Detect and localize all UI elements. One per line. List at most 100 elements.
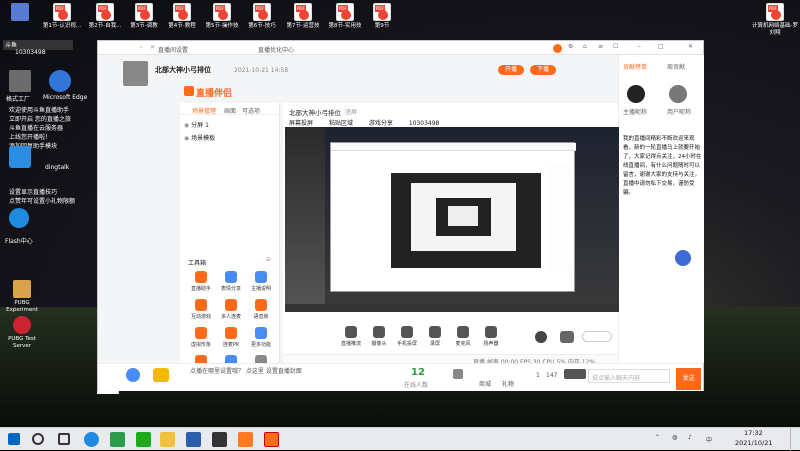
tool-item[interactable]: 主播说明 [248,271,274,292]
tool-item[interactable]: 语音房 [248,299,274,320]
desktop-icon-pdf-right[interactable]: 计算机网络基础-罗刘翔 [752,3,798,37]
nav-tab[interactable]: 直播优化中心 [258,45,294,54]
chat-input[interactable]: 说点输入聊天内容 [588,369,670,383]
document-icon[interactable] [186,432,201,447]
tray-arrow-icon[interactable]: ⌃ [655,434,660,441]
live-companion-icon[interactable] [264,432,279,447]
close-icon[interactable]: ✕ [150,44,155,51]
tab-picture[interactable]: 画面 [224,106,236,115]
clock-time[interactable]: 17:32 [744,429,763,437]
open-live-button[interactable]: 开播 [498,65,524,75]
network-icon[interactable]: ◍ [672,434,677,441]
gift-label[interactable]: 礼物 [502,379,514,388]
treasure-icon[interactable] [153,368,169,382]
input-language[interactable]: 中 [706,435,712,444]
preview-tab[interactable]: 粘贴区域 [329,120,353,127]
desktop-icon-pdf[interactable]: 第1节-认识视... [42,3,82,30]
pdf-icon [336,3,354,21]
tab-options[interactable]: 可选项 [242,106,260,115]
stream-preview[interactable] [285,127,619,312]
desktop-icon-pubg-test[interactable]: PUBG Test Server [0,316,44,350]
avatar[interactable] [553,44,562,53]
tool-label: 语音房 [253,314,269,320]
scene-row[interactable]: ◉ 场景模板 [184,133,276,142]
desktop-icon-doc[interactable] [0,3,40,23]
nav-tab[interactable]: 直播间设置 [158,45,188,54]
settings-icon[interactable]: ⚙ [568,43,573,50]
desktop-icon-pdf[interactable]: 第8节-实用技 [325,3,365,30]
tool-item[interactable]: 表情分享 [218,271,244,292]
preview-tab[interactable]: 10303498 [409,120,440,127]
volume-icon[interactable]: ♪ [688,434,692,441]
eye-icon[interactable]: ◉ [184,122,189,129]
menu-icon[interactable]: ≡ [598,43,603,50]
tool-item[interactable]: 互动游戏 [188,299,214,320]
media-icon[interactable] [212,432,227,447]
collapse-icon[interactable]: ⊖ [266,256,271,263]
close-window-icon[interactable]: ✕ [688,43,693,50]
gift-icon[interactable] [126,368,140,382]
douyu-icon[interactable] [238,432,253,447]
camera-icon[interactable] [535,331,547,343]
back-icon[interactable]: ‹ [140,44,142,51]
dingtalk-icon[interactable] [9,146,31,168]
tool-item[interactable]: 多人连麦 [218,299,244,320]
shop-label[interactable]: 商城 [479,379,491,388]
capture-tool[interactable]: 录屏 [422,326,448,347]
tool-item[interactable]: 更多功能 [248,327,274,348]
settings-icon[interactable] [560,331,574,343]
desktop-icon-pdf[interactable]: 第5节-操作技 [202,3,242,30]
eye-icon[interactable]: ◉ [184,135,189,142]
desktop-icon-pdf[interactable]: 第2节-自我... [85,3,125,30]
maximize-icon[interactable]: □ [658,43,664,50]
app-icon[interactable] [9,70,31,92]
tab-contribution[interactable]: 贡献榜单 [623,62,647,71]
tool-item[interactable]: 直播助手 [188,271,214,292]
minimize-icon[interactable]: – [638,43,641,50]
tool-item[interactable]: 连麦PK [218,327,244,348]
desktop-icon-pdf[interactable]: 第9节 [362,3,402,30]
preview-tab[interactable]: 游戏分享 [369,120,393,127]
tab-scene[interactable]: 场景管理 [192,106,216,115]
tool-item[interactable]: 虚拟形象 [188,327,214,348]
notification-list-2: 设置显示直播技巧 点赞年可设置小礼物限额 [9,188,89,206]
show-desktop-button[interactable] [790,428,800,451]
desktop-icon-pdf[interactable]: 第7节-运营技 [283,3,323,30]
mic-volume-input[interactable] [582,331,612,342]
capture-tool[interactable]: 麦克风 [450,326,476,347]
shop-icon[interactable] [453,369,463,379]
clock-date[interactable]: 2021/10/21 [735,439,772,447]
capture-tool[interactable]: 手机投屏 [394,326,420,347]
chat-icon[interactable]: ☐ [613,43,618,50]
folder-icon[interactable] [160,432,175,447]
scene-row[interactable]: ◉ 分屏 1 [184,120,276,129]
send-button[interactable]: 发送 [676,368,701,390]
desktop-icon-pdf[interactable]: 第4节-教程 [162,3,202,30]
user-avatar[interactable] [669,85,687,103]
wechat-icon[interactable] [110,432,125,447]
user-avatar[interactable] [627,85,645,103]
stop-live-button[interactable]: 下播 [530,65,556,75]
edge-icon[interactable] [49,70,71,92]
preview-tab[interactable]: 屏幕投屏 [289,120,313,127]
notice-text: 点播在哪里设置哦？ 点这里 设置直播封面 [190,368,302,375]
task-view-icon[interactable] [58,433,70,445]
desktop-icon-pdf[interactable]: 第3节-调教 [124,3,164,30]
tab-weekly[interactable]: 周贡献 [667,62,685,71]
shirt-icon[interactable]: ⌂ [583,43,587,50]
capture-tool[interactable]: 摄像头 [366,326,392,347]
streamer-avatar[interactable] [123,61,148,86]
desktop-icon-pubg-exp[interactable]: PUBG Experiment [0,280,44,314]
capture-tool[interactable]: 直播推流 [338,326,364,347]
badge-icon[interactable] [675,250,691,266]
start-icon[interactable] [8,433,20,445]
desktop-icon-pdf[interactable]: 第6节-技巧 [242,3,282,30]
screen-icon[interactable] [564,369,586,379]
chat-app-icon[interactable] [136,432,151,447]
edge-icon[interactable] [84,432,99,447]
desktop-icon-label: 第6节-技巧 [248,23,276,29]
flash-icon[interactable] [9,208,29,228]
desktop-icon-label: 计算机网络基础-罗刘翔 [752,23,798,36]
search-icon[interactable] [32,433,44,445]
capture-tool[interactable]: 扬声器 [478,326,504,347]
